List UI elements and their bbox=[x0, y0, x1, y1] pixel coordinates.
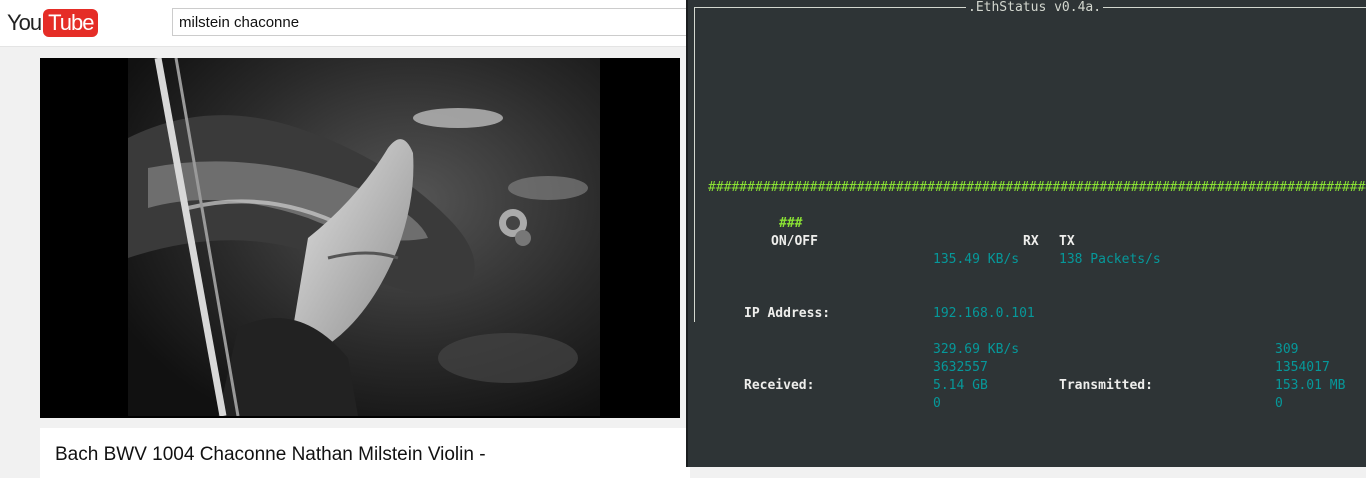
received-label: Received: bbox=[744, 378, 815, 393]
logo-tube-text: Tube bbox=[43, 9, 99, 37]
video-player[interactable] bbox=[40, 58, 680, 418]
youtube-content: Bach BWV 1004 Chaconne Nathan Milstein V… bbox=[0, 47, 690, 478]
tx-stat: 1354017 bbox=[1275, 360, 1330, 375]
rx-stat: 3632557 bbox=[933, 360, 988, 375]
box-border-left bbox=[694, 7, 695, 322]
search-input[interactable] bbox=[172, 8, 692, 36]
tx-stat: 153.01 MB bbox=[1275, 378, 1346, 393]
terminal-window: .EthStatus v0.4a. ######################… bbox=[686, 0, 1366, 467]
video-info: Bach BWV 1004 Chaconne Nathan Milstein V… bbox=[40, 428, 690, 478]
logo-you-text: You bbox=[7, 10, 42, 35]
on-off-label: ON/OFF bbox=[771, 234, 818, 249]
tx-stat: 0 bbox=[1275, 396, 1283, 411]
transmitted-label: Transmitted: bbox=[1059, 378, 1153, 393]
youtube-logo[interactable]: You Tube bbox=[7, 9, 99, 37]
ip-label: IP Address: bbox=[744, 306, 831, 321]
tx-packets: 138 Packets/s bbox=[1059, 252, 1161, 267]
ethstatus-title: .EthStatus v0.4a. bbox=[966, 0, 1104, 15]
rx-label: RX bbox=[1023, 234, 1039, 249]
youtube-header: You Tube bbox=[0, 0, 692, 47]
video-title[interactable]: Bach BWV 1004 Chaconne Nathan Milstein V… bbox=[55, 444, 486, 466]
tx-label: TX bbox=[1059, 234, 1075, 249]
rx-speed: 135.49 KB/s bbox=[933, 252, 1020, 267]
ip-value: 192.168.0.101 bbox=[933, 306, 1035, 321]
rx-stat: 0 bbox=[933, 396, 941, 411]
tx-stat: 309 bbox=[1275, 342, 1299, 357]
hash-small: ### bbox=[779, 216, 803, 231]
rx-stat: 329.69 KB/s bbox=[933, 342, 1020, 357]
hash-separator: ########################################… bbox=[708, 180, 1366, 195]
video-frame bbox=[128, 58, 600, 416]
violin-image bbox=[128, 58, 600, 416]
rx-stat: 5.14 GB bbox=[933, 378, 988, 393]
